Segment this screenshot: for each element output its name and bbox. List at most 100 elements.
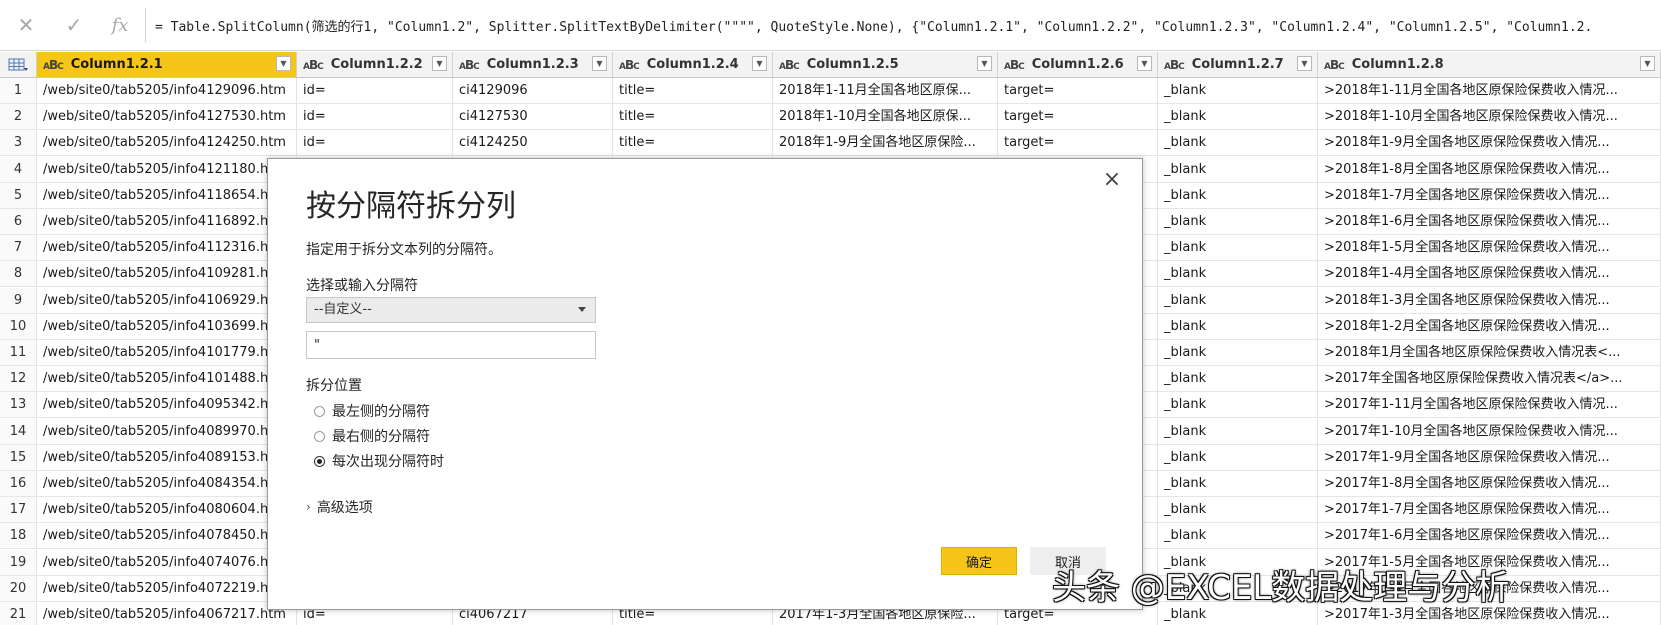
column-header[interactable]: ABC Column1.2.3 ▼ xyxy=(453,52,613,77)
column-header[interactable]: ABC Column1.2.4 ▼ xyxy=(613,52,773,77)
table-cell[interactable]: title= xyxy=(613,130,773,156)
table-cell[interactable]: _blank xyxy=(1158,497,1318,523)
ok-button[interactable]: 确定 xyxy=(941,547,1017,575)
table-cell[interactable]: >2017年1-6月全国各地区原保险保费收入情况... xyxy=(1318,523,1661,549)
text-type-icon[interactable]: ABC xyxy=(1004,58,1025,72)
table-cell[interactable]: _blank xyxy=(1158,366,1318,392)
table-cell[interactable]: /web/site0/tab5205/info4074076.htm xyxy=(37,549,297,575)
table-cell[interactable]: /web/site0/tab5205/info4072219.htm xyxy=(37,575,297,601)
table-cell[interactable]: /web/site0/tab5205/info4103699.htm xyxy=(37,313,297,339)
table-cell[interactable]: _blank xyxy=(1158,261,1318,287)
table-cell[interactable]: _blank xyxy=(1158,313,1318,339)
insert-function-button[interactable]: fx xyxy=(98,0,142,50)
column-header[interactable]: ABC Column1.2.6 ▼ xyxy=(998,52,1158,77)
table-cell[interactable]: id= xyxy=(297,78,453,103)
filter-dropdown-icon[interactable]: ▼ xyxy=(1640,56,1655,71)
table-cell[interactable]: >2018年1-11月全国各地区原保险保费收入情况... xyxy=(1318,78,1661,103)
text-type-icon[interactable]: ABC xyxy=(1324,58,1345,72)
column-header[interactable]: ABC Column1.2.1 ▼ xyxy=(37,52,297,77)
radio-leftmost-delimiter[interactable]: 最左侧的分隔符 xyxy=(314,401,430,421)
column-header[interactable]: ABC Column1.2.7 ▼ xyxy=(1158,52,1318,77)
table-cell[interactable]: title= xyxy=(613,78,773,103)
table-cell[interactable]: >2018年1-8月全国各地区原保险保费收入情况... xyxy=(1318,156,1661,182)
table-cell[interactable]: /web/site0/tab5205/info4101779.htm xyxy=(37,340,297,365)
table-cell[interactable]: >2017年1-7月全国各地区原保险保费收入情况... xyxy=(1318,497,1661,523)
column-header[interactable]: ABC Column1.2.8 ▼ xyxy=(1318,52,1661,77)
table-cell[interactable]: ci4124250 xyxy=(453,130,613,156)
table-cell[interactable]: _blank xyxy=(1158,287,1318,313)
formula-text[interactable]: = Table.SplitColumn(筛选的行1, "Column1.2", … xyxy=(155,16,1592,35)
text-type-icon[interactable]: ABC xyxy=(779,58,800,72)
table-cell[interactable]: _blank xyxy=(1158,104,1318,130)
text-type-icon[interactable]: ABC xyxy=(459,58,480,72)
table-cell[interactable]: /web/site0/tab5205/info4067217.htm xyxy=(37,602,297,625)
table-cell[interactable]: /web/site0/tab5205/info4078450.htm xyxy=(37,523,297,549)
table-cell[interactable]: /web/site0/tab5205/info4129096.htm xyxy=(37,78,297,103)
table-cell[interactable]: 2018年1-11月全国各地区原保... xyxy=(773,78,998,103)
table-cell[interactable]: _blank xyxy=(1158,340,1318,365)
radio-each-occurrence[interactable]: 每次出现分隔符时 xyxy=(314,451,444,471)
table-cell[interactable]: _blank xyxy=(1158,78,1318,103)
table-cell[interactable]: ci4127530 xyxy=(453,104,613,130)
table-cell[interactable]: /web/site0/tab5205/info4124250.htm xyxy=(37,130,297,156)
table-cell[interactable]: /web/site0/tab5205/info4084354.htm xyxy=(37,471,297,496)
table-cell[interactable]: /web/site0/tab5205/info4095342.htm xyxy=(37,392,297,418)
table-cell[interactable]: /web/site0/tab5205/info4109281.htm xyxy=(37,261,297,287)
filter-dropdown-icon[interactable]: ▼ xyxy=(276,56,291,71)
separator-select[interactable]: --自定义-- xyxy=(306,297,596,323)
filter-dropdown-icon[interactable]: ▼ xyxy=(1137,56,1152,71)
table-cell[interactable]: _blank xyxy=(1158,471,1318,496)
table-cell[interactable]: target= xyxy=(998,130,1158,156)
table-cell[interactable]: /web/site0/tab5205/info4116892.htm xyxy=(37,209,297,234)
filter-dropdown-icon[interactable]: ▼ xyxy=(592,56,607,71)
table-cell[interactable]: _blank xyxy=(1158,209,1318,234)
table-cell[interactable]: >2017年1-11月全国各地区原保险保费收入情况... xyxy=(1318,392,1661,418)
table-cell[interactable]: >2018年1-10月全国各地区原保险保费收入情况... xyxy=(1318,104,1661,130)
table-cell[interactable]: /web/site0/tab5205/info4118654.htm xyxy=(37,182,297,208)
table-cell[interactable]: _blank xyxy=(1158,523,1318,549)
table-cell[interactable]: /web/site0/tab5205/info4080604.htm xyxy=(37,497,297,523)
table-cell[interactable]: >2018年1月全国各地区原保险保费收入情况表<... xyxy=(1318,340,1661,365)
table-cell[interactable]: _blank xyxy=(1158,130,1318,156)
advanced-options-toggle[interactable]: › 高级选项 xyxy=(306,497,373,517)
table-cell[interactable]: >2018年1-4月全国各地区原保险保费收入情况... xyxy=(1318,261,1661,287)
cancel-formula-button[interactable]: ✕ xyxy=(4,0,48,50)
table-row[interactable]: 3/web/site0/tab5205/info4124250.htm id= ci… xyxy=(0,130,1661,157)
table-cell[interactable]: /web/site0/tab5205/info4121180.htm xyxy=(37,156,297,182)
table-row[interactable]: 1/web/site0/tab5205/info4129096.htm id= ci… xyxy=(0,78,1661,104)
table-cell[interactable]: id= xyxy=(297,104,453,130)
table-cell[interactable]: _blank xyxy=(1158,444,1318,470)
table-cell[interactable]: ci4129096 xyxy=(453,78,613,103)
text-type-icon[interactable]: ABC xyxy=(43,58,64,72)
table-cell[interactable]: >2017年1-9月全国各地区原保险保费收入情况... xyxy=(1318,444,1661,470)
table-cell[interactable]: _blank xyxy=(1158,156,1318,182)
table-cell[interactable]: >2018年1-7月全国各地区原保险保费收入情况... xyxy=(1318,182,1661,208)
table-cell[interactable]: target= xyxy=(998,104,1158,130)
table-cell[interactable]: /web/site0/tab5205/info4089970.htm xyxy=(37,418,297,444)
table-cell[interactable]: /web/site0/tab5205/info4127530.htm xyxy=(37,104,297,130)
filter-dropdown-icon[interactable]: ▼ xyxy=(752,56,767,71)
table-cell[interactable]: >2018年1-5月全国各地区原保险保费收入情况... xyxy=(1318,235,1661,261)
commit-formula-button[interactable]: ✓ xyxy=(52,0,96,50)
column-header[interactable]: ABC Column1.2.5 ▼ xyxy=(773,52,998,77)
table-cell[interactable]: /web/site0/tab5205/info4112316.htm xyxy=(37,235,297,261)
table-menu-button[interactable] xyxy=(0,52,37,77)
table-cell[interactable]: >2018年1-9月全国各地区原保险保费收入情况... xyxy=(1318,130,1661,156)
table-cell[interactable]: target= xyxy=(998,78,1158,103)
table-cell[interactable]: >2018年1-6月全国各地区原保险保费收入情况... xyxy=(1318,209,1661,234)
custom-separator-input[interactable] xyxy=(306,331,596,359)
table-cell[interactable]: >2017年全国各地区原保险保费收入情况表</a>... xyxy=(1318,366,1661,392)
table-cell[interactable]: 2018年1-10月全国各地区原保... xyxy=(773,104,998,130)
dialog-close-button[interactable]: × xyxy=(1100,167,1124,192)
table-cell[interactable]: _blank xyxy=(1158,182,1318,208)
filter-dropdown-icon[interactable]: ▼ xyxy=(977,56,992,71)
column-header[interactable]: ABC Column1.2.2 ▼ xyxy=(297,52,453,77)
radio-rightmost-delimiter[interactable]: 最右侧的分隔符 xyxy=(314,426,430,446)
text-type-icon[interactable]: ABC xyxy=(303,58,324,72)
filter-dropdown-icon[interactable]: ▼ xyxy=(1297,56,1312,71)
table-cell[interactable]: >2017年1-10月全国各地区原保险保费收入情况... xyxy=(1318,418,1661,444)
filter-dropdown-icon[interactable]: ▼ xyxy=(432,56,447,71)
text-type-icon[interactable]: ABC xyxy=(1164,58,1185,72)
table-cell[interactable]: _blank xyxy=(1158,235,1318,261)
table-cell[interactable]: id= xyxy=(297,130,453,156)
